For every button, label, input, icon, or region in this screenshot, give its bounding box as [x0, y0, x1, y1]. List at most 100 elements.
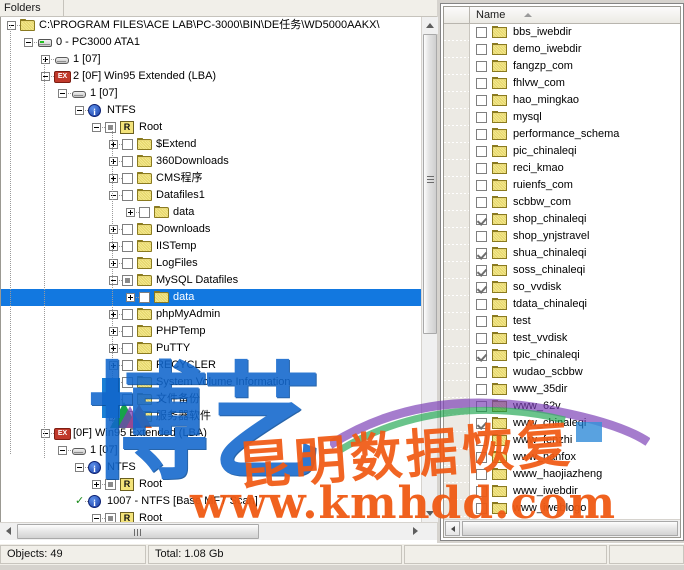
file-checkbox[interactable] [476, 163, 487, 174]
tree-checkbox[interactable] [122, 224, 133, 235]
tree-expander-minus-icon[interactable] [92, 514, 101, 522]
tree-scroll-thumb[interactable] [423, 34, 437, 334]
file-list-row[interactable]: fangzp_com [471, 58, 680, 75]
file-checkbox[interactable] [476, 146, 487, 157]
tree-node[interactable]: R Root [1, 476, 421, 493]
file-list-row[interactable]: shua_chinaleqi [471, 245, 680, 262]
file-checkbox[interactable] [476, 452, 487, 463]
file-checkbox[interactable] [476, 469, 487, 480]
tree-node[interactable]: data [1, 204, 421, 221]
tree-expander-plus-icon[interactable] [109, 412, 118, 421]
file-list-row[interactable]: www_35dir [471, 381, 680, 398]
file-list-row[interactable]: pic_chinaleqi [471, 143, 680, 160]
tree-expander-minus-icon[interactable] [109, 191, 118, 200]
tree-node[interactable]: PuTTY [1, 340, 421, 357]
file-list-row[interactable]: test_vvdisk [471, 330, 680, 347]
tree-expander-plus-icon[interactable] [109, 140, 118, 149]
file-list-row[interactable]: soss_chinaleqi [471, 262, 680, 279]
file-list-row[interactable]: hao_mingkao [471, 92, 680, 109]
tree-expander-minus-icon[interactable] [75, 106, 84, 115]
file-list-row[interactable]: test [471, 313, 680, 330]
tree-expander-minus-icon[interactable] [41, 429, 50, 438]
tree-checkbox[interactable] [122, 275, 133, 286]
tree-checkbox[interactable] [122, 139, 133, 150]
file-checkbox[interactable] [476, 248, 487, 259]
tree-checkbox[interactable] [105, 479, 116, 490]
file-list-row[interactable]: ruienfs_com [471, 177, 680, 194]
tree-checkbox[interactable] [105, 513, 116, 522]
tree-expander-plus-icon[interactable] [109, 344, 118, 353]
file-checkbox[interactable] [476, 197, 487, 208]
file-list-hscroll-thumb[interactable] [462, 521, 678, 536]
file-checkbox[interactable] [476, 503, 487, 514]
file-list-row[interactable]: tpic_chinaleqi [471, 347, 680, 364]
tree-expander-minus-icon[interactable] [109, 276, 118, 285]
tree-checkbox[interactable] [122, 343, 133, 354]
file-list-row[interactable]: wudao_scbbw [471, 364, 680, 381]
tree-scroll-up-button[interactable] [422, 17, 438, 34]
file-list-body[interactable]: bbs_iwebdir demo_iwebdir fangzp_com fhlvw_c… [444, 24, 680, 519]
tree-node[interactable]: ✓ 1007 - NTFS [Base MFT Scan] [1, 493, 421, 512]
tree-expander-plus-icon[interactable] [109, 395, 118, 404]
file-list-row[interactable]: performance_schema [471, 126, 680, 143]
tree-node[interactable]: NTFS [1, 459, 421, 478]
tree-expander-minus-icon[interactable] [41, 72, 50, 81]
file-checkbox[interactable] [476, 486, 487, 497]
tree-checkbox[interactable] [105, 122, 116, 133]
tree-node[interactable]: 1 [07] [1, 442, 421, 459]
file-checkbox[interactable] [476, 333, 487, 344]
tree-expander-minus-icon[interactable] [58, 89, 67, 98]
tree-expander-minus-icon[interactable] [24, 38, 33, 47]
file-list-row[interactable]: www_haojiazheng [471, 466, 680, 483]
file-checkbox[interactable] [476, 299, 487, 310]
file-list-scroll-left-button[interactable] [445, 521, 460, 536]
tree-node[interactable]: EX [0F] Win95 Extended (LBA) [1, 425, 421, 442]
tree-expander-plus-icon[interactable] [126, 293, 135, 302]
tree-node[interactable]: PHPTemp [1, 323, 421, 340]
tree-node[interactable]: MySQL Datafiles [1, 272, 421, 289]
tree-node[interactable]: $Extend [1, 136, 421, 153]
column-header-name[interactable]: Name [471, 7, 680, 23]
tree-expander-minus-icon[interactable] [7, 21, 16, 30]
file-checkbox[interactable] [476, 214, 487, 225]
file-list-row[interactable]: www_iweblogo [471, 500, 680, 517]
file-list-row[interactable]: scbbw_com [471, 194, 680, 211]
file-list-view[interactable]: Name bbs_iwebdir demo_iwebdir fangzp_com fh… [443, 6, 681, 538]
file-list-row[interactable]: reci_kmao [471, 160, 680, 177]
tree-node[interactable]: LogFiles [1, 255, 421, 272]
tree-checkbox[interactable] [122, 360, 133, 371]
file-list-row[interactable]: www_chinaleqi [471, 415, 680, 432]
file-checkbox[interactable] [476, 384, 487, 395]
file-list-row[interactable]: mysql [471, 109, 680, 126]
tree-node[interactable]: IISTemp [1, 238, 421, 255]
tree-node[interactable]: EX 2 [0F] Win95 Extended (LBA) [1, 68, 421, 85]
tree-node[interactable]: RECYCLER [1, 357, 421, 374]
tree-checkbox[interactable] [122, 309, 133, 320]
file-list-row[interactable]: shop_chinaleqi [471, 211, 680, 228]
tree-expander-minus-icon[interactable] [75, 463, 84, 472]
tree-scroll-down-button[interactable] [422, 505, 438, 522]
file-checkbox[interactable] [476, 265, 487, 276]
file-checkbox[interactable] [476, 418, 487, 429]
tree-node[interactable]: 360Downloads [1, 153, 421, 170]
tree-node[interactable]: C:\PROGRAM FILES\ACE LAB\PC-3000\BIN\DE任… [1, 17, 421, 34]
tree-node[interactable]: Datafiles1 [1, 187, 421, 204]
file-list-row[interactable]: bbs_iwebdir [471, 24, 680, 41]
tree-checkbox[interactable] [122, 326, 133, 337]
file-checkbox[interactable] [476, 27, 487, 38]
tree-expander-plus-icon[interactable] [109, 174, 118, 183]
tree-expander-plus-icon[interactable] [109, 310, 118, 319]
tree-expander-plus-icon[interactable] [109, 242, 118, 251]
file-checkbox[interactable] [476, 112, 487, 123]
tree-expander-minus-icon[interactable] [92, 123, 101, 132]
tree-expander-plus-icon[interactable] [109, 361, 118, 370]
tree-node[interactable]: 文件备份 [1, 391, 421, 408]
tree-node[interactable]: R Root [1, 119, 421, 136]
tree-node[interactable]: NTFS [1, 102, 421, 121]
file-list-row[interactable]: fhlvw_com [471, 75, 680, 92]
tree-expander-plus-icon[interactable] [41, 55, 50, 64]
file-checkbox[interactable] [476, 367, 487, 378]
file-checkbox[interactable] [476, 231, 487, 242]
tree-node[interactable]: 1 [07] [1, 51, 421, 68]
file-checkbox[interactable] [476, 61, 487, 72]
